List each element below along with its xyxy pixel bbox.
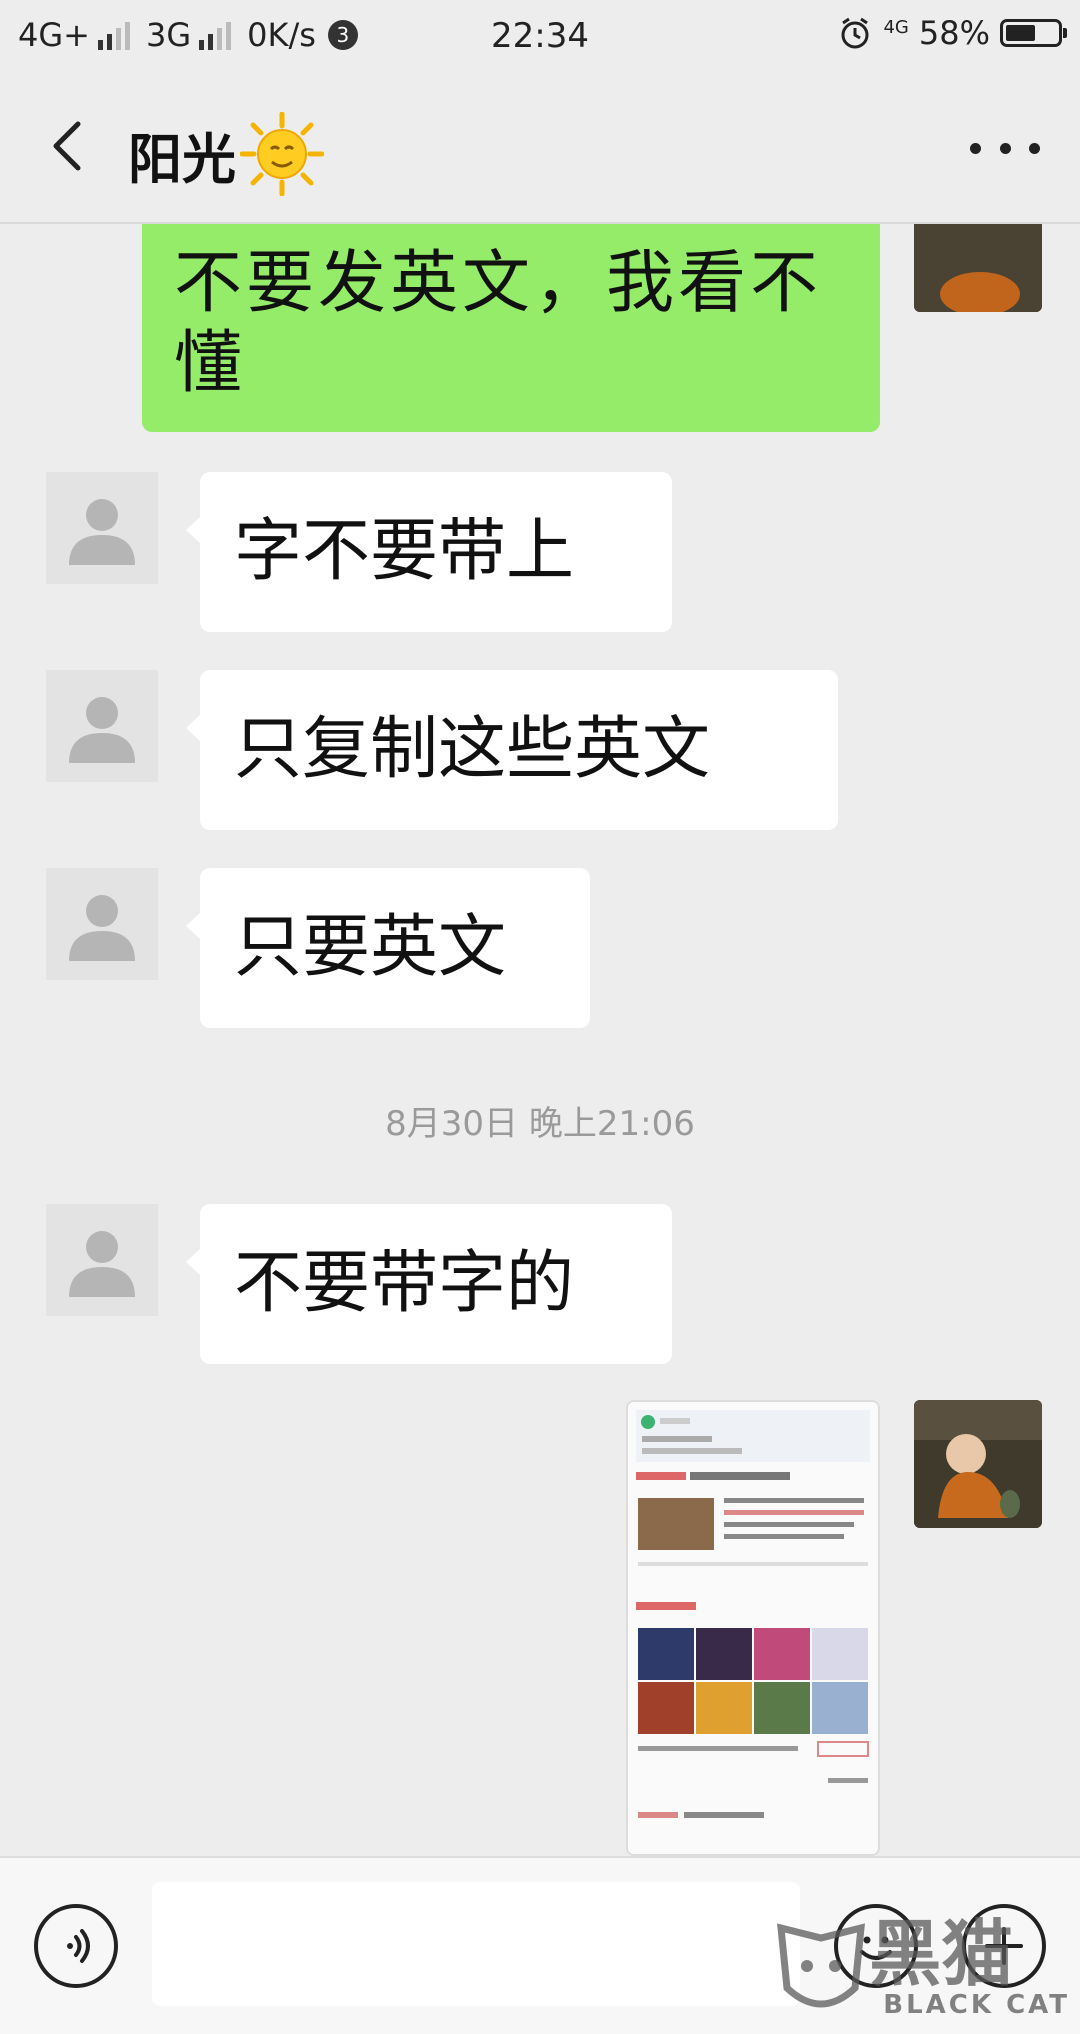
black-cat-logo-icon [777, 1923, 866, 2008]
contact-name: 阳光 [128, 127, 236, 191]
contact-avatar[interactable] [46, 1204, 158, 1316]
chat-title: 阳光 [128, 112, 324, 196]
battery-icon [1000, 19, 1067, 47]
sun-with-face-icon [240, 112, 324, 196]
message-text: 字不要带上 [234, 512, 575, 591]
message-timestamp: 8月30日 晚上21:06 [385, 1104, 695, 1144]
alarm-icon [841, 17, 869, 49]
contact-avatar[interactable] [46, 472, 158, 584]
message-input-bar: 黑猫 BLACK CAT [0, 1856, 1080, 2034]
sent-image-message[interactable] [626, 1400, 880, 1856]
battery-fill [1006, 25, 1035, 41]
sent-message-bubble[interactable]: 不要发英文，我看不懂 [142, 224, 880, 432]
message-text: 不要带字的 [234, 1244, 575, 1323]
message-text: 只复制这些英文 [234, 710, 711, 789]
battery-percent: 58% [918, 14, 990, 52]
chat-header: 阳光 [0, 72, 1080, 224]
default-avatar-icon [69, 697, 135, 763]
received-message-bubble[interactable]: 只复制这些英文 [186, 670, 838, 830]
message-text: 只要英文 [234, 908, 507, 987]
contact-avatar[interactable] [46, 868, 158, 980]
my-avatar[interactable] [914, 1400, 1042, 1528]
contact-avatar[interactable] [46, 670, 158, 782]
chat-area[interactable]: 不要发英文，我看不懂 字不要带上 只复制这些英文 只要英文 8月30日 晚上21… [0, 224, 1080, 1856]
back-chevron-icon[interactable] [40, 116, 100, 176]
default-avatar-icon [69, 895, 135, 961]
screenshot-thumbnail [628, 1402, 878, 1854]
received-message-bubble[interactable]: 字不要带上 [186, 472, 672, 632]
message-text: 不要发英文，我看不懂 [174, 244, 823, 403]
default-avatar-icon [69, 1231, 135, 1297]
my-avatar[interactable] [914, 224, 1042, 312]
received-message-bubble[interactable]: 只要英文 [186, 868, 590, 1028]
watermark-logo: 黑猫 BLACK CAT [773, 1918, 1070, 2020]
status-bar: 4G+ 3G 0K/s 3 22:34 4G 58% [0, 0, 1080, 72]
message-input[interactable] [152, 1882, 800, 2006]
received-message-bubble[interactable]: 不要带字的 [186, 1204, 672, 1364]
default-avatar-icon [69, 499, 135, 565]
watermark-text-en: BLACK CAT [883, 1990, 1070, 2020]
status-bar-right: 4G 58% [837, 14, 1067, 52]
voice-icon[interactable] [34, 1904, 118, 1988]
watermark-text-cn: 黑猫 [869, 1912, 1014, 1996]
more-dots-icon[interactable] [970, 128, 1040, 168]
mobile-data-indicator: 4G [883, 17, 909, 38]
